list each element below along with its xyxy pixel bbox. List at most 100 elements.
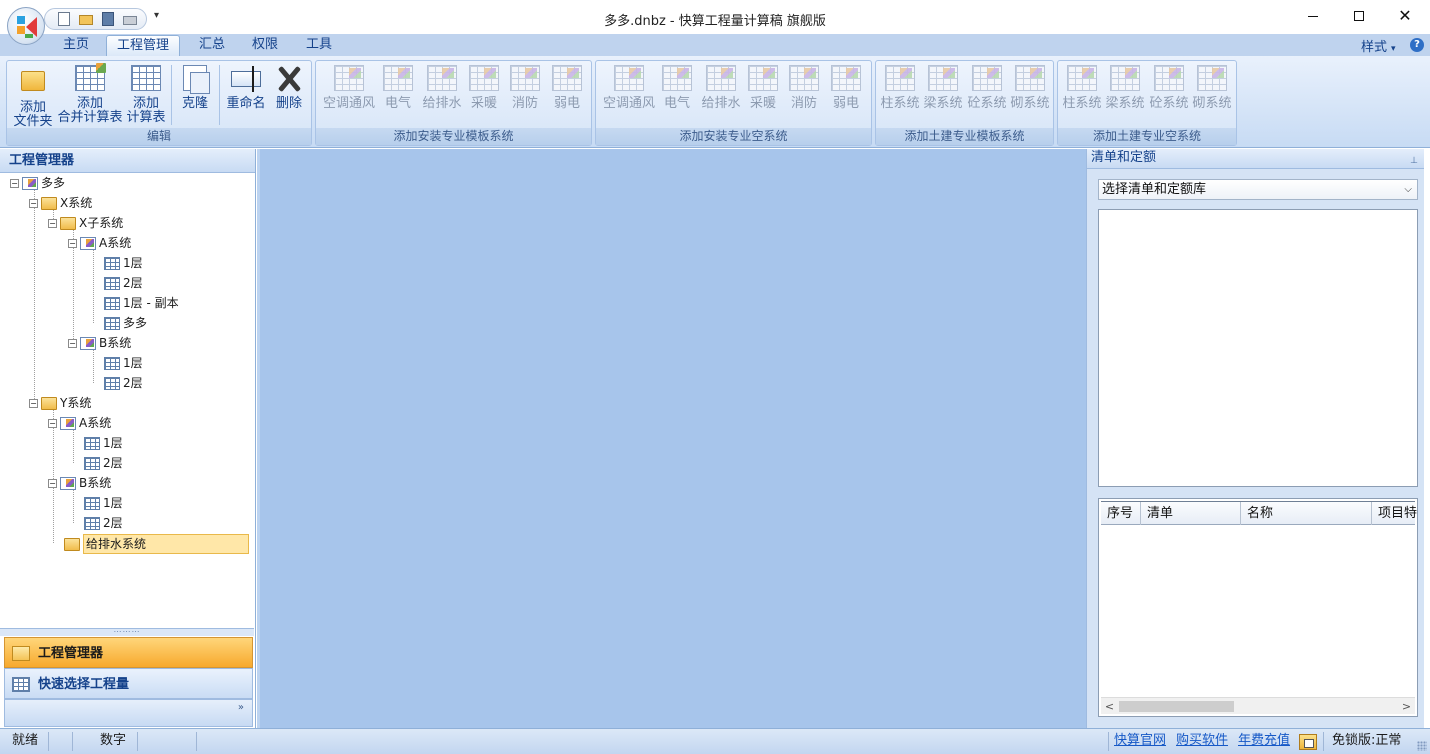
civil-template-beam-button[interactable]: 梁系统 — [922, 65, 964, 111]
collapse-icon[interactable]: − — [48, 219, 57, 228]
license-lock-icon[interactable] — [1299, 734, 1317, 750]
panel-splitter[interactable]: ⋯⋯⋯ — [0, 628, 254, 636]
install-template-plumbing-button[interactable]: 给排水 — [418, 65, 466, 111]
tree-node-sheet[interactable]: 1层 — [84, 494, 123, 512]
tree-node-a-system[interactable]: − A系统 — [68, 234, 131, 252]
ribbon-group-label: 添加土建专业模板系统 — [876, 128, 1053, 145]
collapse-icon[interactable]: − — [48, 479, 57, 488]
scroll-left-icon[interactable]: < — [1101, 698, 1118, 715]
help-icon[interactable]: ? — [1410, 38, 1424, 52]
add-folder-line1: 添加 — [19, 100, 46, 115]
add-merge-sheet-button[interactable]: 添加 合并计算表 — [57, 65, 123, 125]
quota-grid[interactable]: 序号 清单 名称 项目特征 < > — [1098, 498, 1418, 717]
maximize-button[interactable] — [1336, 0, 1382, 32]
collapse-icon[interactable]: − — [29, 399, 38, 408]
tab-summary[interactable]: 汇总 — [189, 35, 235, 56]
tree-node-sheet[interactable]: 2层 — [104, 274, 143, 292]
official-site-link[interactable]: 快算官网 — [1114, 729, 1166, 754]
ribbon-group-install-template: 空调通风 电气 给排水 采暖 消防 弱电 添加安装专业模板系统 — [315, 60, 592, 146]
sheet-icon — [104, 297, 120, 310]
civil-empty-masonry-button[interactable]: 砌系统 — [1191, 65, 1233, 111]
install-template-low-voltage-button[interactable]: 弱电 — [549, 65, 585, 111]
pin-icon[interactable]: ⊥ — [1410, 152, 1418, 170]
rename-button[interactable]: 重命名 — [223, 65, 269, 111]
quota-library-tree[interactable] — [1098, 209, 1418, 487]
add-sheet-button[interactable]: 添加 计算表 — [124, 65, 168, 125]
delete-button[interactable]: 删除 — [271, 65, 307, 111]
install-template-electrical-button[interactable]: 电气 — [380, 65, 416, 111]
civil-empty-column-button[interactable]: 柱系统 — [1061, 65, 1103, 111]
template-sheet-icon — [1110, 65, 1140, 91]
collapse-icon[interactable]: − — [68, 339, 77, 348]
status-bar: 就绪 数字 快算官网 购买软件 年费充值 免锁版:正常 — [0, 728, 1430, 754]
tab-permissions[interactable]: 权限 — [242, 35, 288, 56]
annual-recharge-link[interactable]: 年费充值 — [1238, 729, 1290, 754]
button-label: 电气 — [384, 96, 411, 111]
tree-node-sheet[interactable]: 2层 — [84, 514, 123, 532]
column-header-name[interactable]: 名称 — [1241, 502, 1372, 525]
tree-node-sheet[interactable]: 1层 — [84, 434, 123, 452]
tree-node-project[interactable]: − 多多 — [10, 174, 65, 192]
style-menu[interactable]: 样式 ▾ — [1361, 36, 1396, 55]
install-empty-hvac-button[interactable]: 空调通风 — [599, 65, 659, 111]
resize-grip-icon[interactable] — [1417, 741, 1427, 751]
install-template-hvac-button[interactable]: 空调通风 — [319, 65, 379, 111]
app-logo-button[interactable] — [7, 7, 45, 45]
install-empty-electrical-button[interactable]: 电气 — [659, 65, 695, 111]
tree-node-b-system[interactable]: − B系统 — [68, 334, 131, 352]
scroll-right-icon[interactable]: > — [1398, 698, 1415, 715]
tree-node-sheet[interactable]: 1层 — [104, 254, 143, 272]
button-label: 消防 — [511, 96, 538, 111]
tree-node-b-system[interactable]: − B系统 — [48, 474, 111, 492]
civil-template-masonry-button[interactable]: 砌系统 — [1009, 65, 1051, 111]
tab-home[interactable]: 主页 — [53, 35, 99, 56]
column-header-index[interactable]: 序号 — [1101, 502, 1141, 525]
scrollbar-thumb[interactable] — [1119, 701, 1234, 712]
tree-node-a-system[interactable]: − A系统 — [48, 414, 111, 432]
nav-project-manager-button[interactable]: 工程管理器 — [4, 637, 253, 668]
tab-tools[interactable]: 工具 — [296, 35, 342, 56]
chevron-down-icon[interactable]: » — [238, 703, 244, 713]
clone-button[interactable]: 克隆 — [175, 65, 215, 111]
system-icon — [60, 417, 76, 430]
template-sheet-icon — [885, 65, 915, 91]
tab-project-management[interactable]: 工程管理 — [106, 35, 181, 56]
tree-node-x-subsystem[interactable]: − X子系统 — [48, 214, 123, 232]
tree-node-sheet[interactable]: 2层 — [84, 454, 123, 472]
workspace-splitter[interactable] — [257, 149, 260, 728]
quota-library-select[interactable]: 选择清单和定额库 ⌵ — [1098, 179, 1418, 200]
template-sheet-icon — [427, 65, 457, 91]
install-template-fire-button[interactable]: 消防 — [507, 65, 543, 111]
tree-node-sheet[interactable]: 多多 — [104, 314, 147, 332]
install-template-heating-button[interactable]: 采暖 — [466, 65, 502, 111]
install-empty-fire-button[interactable]: 消防 — [786, 65, 822, 111]
delete-icon — [274, 65, 304, 91]
ribbon-group-label: 编辑 — [7, 128, 311, 145]
civil-template-concrete-button[interactable]: 砼系统 — [966, 65, 1008, 111]
tree-node-y-system[interactable]: − Y系统 — [29, 394, 91, 412]
tree-node-x-system[interactable]: − X系统 — [29, 194, 92, 212]
collapse-icon[interactable]: − — [10, 179, 19, 188]
install-empty-plumbing-button[interactable]: 给排水 — [697, 65, 745, 111]
horizontal-scrollbar[interactable]: < > — [1101, 697, 1415, 714]
tree-node-sheet[interactable]: 1层 — [104, 354, 143, 372]
civil-template-column-button[interactable]: 柱系统 — [879, 65, 921, 111]
column-header-bill[interactable]: 清单 — [1141, 502, 1241, 525]
install-empty-heating-button[interactable]: 采暖 — [745, 65, 781, 111]
collapse-icon[interactable]: − — [29, 199, 38, 208]
collapse-icon[interactable]: − — [48, 419, 57, 428]
civil-empty-beam-button[interactable]: 梁系统 — [1104, 65, 1146, 111]
template-sheet-icon — [706, 65, 736, 91]
install-empty-low-voltage-button[interactable]: 弱电 — [828, 65, 864, 111]
tree-node-sheet[interactable]: 1层 - 副本 — [104, 294, 179, 312]
buy-software-link[interactable]: 购买软件 — [1176, 729, 1228, 754]
column-header-features[interactable]: 项目特征 — [1372, 502, 1417, 525]
minimize-button[interactable] — [1290, 0, 1336, 32]
collapse-icon[interactable]: − — [68, 239, 77, 248]
tree-node-sheet[interactable]: 2层 — [104, 374, 143, 392]
tree-node-plumbing-system[interactable]: 给排水系统 — [64, 534, 252, 554]
add-folder-button[interactable]: 添加 文件夹 — [11, 65, 55, 129]
close-button[interactable]: ✕ — [1382, 0, 1428, 32]
nav-quick-select-button[interactable]: 快速选择工程量 — [4, 668, 253, 699]
civil-empty-concrete-button[interactable]: 砼系统 — [1148, 65, 1190, 111]
